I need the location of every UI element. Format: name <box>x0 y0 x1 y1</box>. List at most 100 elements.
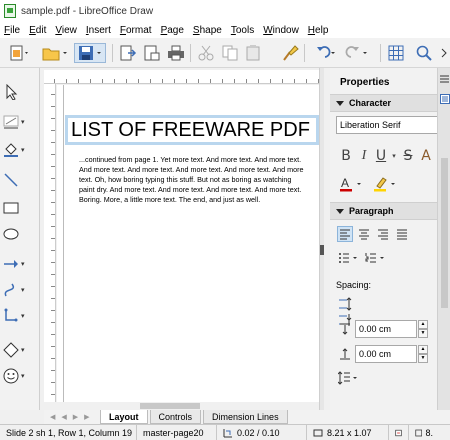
increase-spacing-button[interactable] <box>337 296 353 312</box>
tab-layout[interactable]: Layout <box>100 410 148 424</box>
body-line: text. Oh, how boring typing this stuff. … <box>79 175 292 184</box>
chevron-down-icon: ▾ <box>392 153 396 160</box>
underline-dropdown[interactable]: ▾ <box>390 148 398 164</box>
export-pdf-button[interactable] <box>142 43 162 63</box>
strikethrough-button[interactable]: S <box>401 148 415 164</box>
italic-button[interactable]: I <box>357 148 371 164</box>
select-tool[interactable] <box>3 82 37 102</box>
underline-button[interactable]: U <box>374 148 388 164</box>
line-spacing-button[interactable] <box>337 370 361 386</box>
stepper-down-icon[interactable]: ▼ <box>418 354 428 363</box>
sidebar-title: Properties <box>340 76 390 88</box>
last-tab-icon[interactable]: ▶ <box>84 413 89 421</box>
stepper-up-icon[interactable]: ▲ <box>418 345 428 354</box>
properties-deck-button[interactable] <box>439 92 450 106</box>
paste-button[interactable] <box>244 43 264 63</box>
save-icon <box>79 46 101 60</box>
spacing-above-input[interactable]: 0.00 cm <box>355 320 417 338</box>
spacing-below-input[interactable]: 0.00 cm <box>355 345 417 363</box>
justify-button[interactable] <box>394 226 410 242</box>
line-color-tool[interactable]: ▾ <box>3 112 37 132</box>
bold-button[interactable]: B <box>338 148 354 164</box>
menu-insert[interactable]: Insert <box>86 25 111 36</box>
master-page-info[interactable]: master-page20 <box>137 424 217 440</box>
connector-tool[interactable]: ▾ <box>3 306 37 326</box>
toolbar-overflow[interactable] <box>438 43 450 63</box>
horizontal-scrollbar[interactable] <box>44 402 319 410</box>
align-right-button[interactable] <box>375 226 391 242</box>
font-color-button[interactable]: A <box>338 176 368 192</box>
increase-spacing-icon <box>339 297 352 311</box>
chevron-right-icon <box>441 48 447 58</box>
symbol-shapes-tool[interactable]: ▾ <box>3 366 37 386</box>
scrollbar-thumb[interactable] <box>140 403 200 409</box>
new-button[interactable] <box>8 43 32 63</box>
copy-button[interactable] <box>220 43 240 63</box>
open-button[interactable] <box>40 43 70 63</box>
zoom-info[interactable]: 8. <box>409 425 439 440</box>
ellipse-tool[interactable] <box>3 224 37 244</box>
rectangle-tool[interactable] <box>3 198 37 218</box>
export-button[interactable] <box>118 43 138 63</box>
align-left-button[interactable] <box>337 226 353 242</box>
menu-window[interactable]: Window <box>263 25 299 36</box>
ruler-tick <box>78 79 79 83</box>
redo-button[interactable] <box>344 43 370 63</box>
shadow-button[interactable]: A <box>419 148 433 164</box>
document-modified[interactable] <box>389 424 409 440</box>
drawing-canvas[interactable]: LIST OF FREEWARE PDF ...continued from p… <box>57 85 319 403</box>
stepper-down-icon[interactable]: ▼ <box>418 329 428 338</box>
ruler-tick <box>306 79 307 83</box>
menu-file[interactable]: File <box>4 25 20 36</box>
character-section-header[interactable]: Character <box>330 94 437 112</box>
tab-label: Dimension Lines <box>212 411 279 422</box>
title-text-box[interactable]: LIST OF FREEWARE PDF <box>65 115 319 145</box>
collapse-sidebar-handle[interactable] <box>320 245 324 255</box>
spacing-above-stepper[interactable]: ▲ ▼ <box>418 320 428 338</box>
align-center-button[interactable] <box>356 226 372 242</box>
basic-shapes-tool[interactable]: ▾ <box>3 340 37 360</box>
title-bar: sample.pdf - LibreOffice Draw <box>0 0 450 22</box>
undo-button[interactable] <box>312 43 338 63</box>
clone-formatting-button[interactable] <box>280 43 300 63</box>
ruler-tick <box>51 250 55 251</box>
numbering-button[interactable] <box>364 250 388 266</box>
font-color-icon: A <box>340 176 361 192</box>
sidebar-menu-button[interactable] <box>439 72 450 86</box>
prev-tab-icon[interactable]: ◀ <box>61 413 66 421</box>
line-tool[interactable] <box>3 170 37 190</box>
tab-controls[interactable]: Controls <box>149 410 202 424</box>
zoom-button[interactable] <box>414 43 434 63</box>
highlight-button[interactable] <box>372 176 402 192</box>
curve-tool[interactable]: ▾ <box>3 280 37 300</box>
save-button[interactable] <box>74 43 106 63</box>
menu-tools[interactable]: Tools <box>231 25 254 36</box>
menu-shape[interactable]: Shape <box>193 25 222 36</box>
tab-dimension-lines[interactable]: Dimension Lines <box>203 410 288 424</box>
stepper-up-icon[interactable]: ▲ <box>418 320 428 329</box>
sidebar-deck <box>437 68 450 410</box>
bullets-button[interactable] <box>337 250 361 266</box>
grid-button[interactable] <box>386 43 406 63</box>
next-tab-icon[interactable]: ▶ <box>73 413 78 421</box>
fill-color-tool[interactable]: ▾ <box>3 140 37 160</box>
ruler-tick <box>51 274 55 275</box>
menu-edit[interactable]: Edit <box>29 25 46 36</box>
spacing-below-stepper[interactable]: ▲ ▼ <box>418 345 428 363</box>
body-text-box[interactable]: ...continued from page 1. Yet more text.… <box>79 155 319 205</box>
menu-format[interactable]: Format <box>120 25 152 36</box>
paragraph-section-header[interactable]: Paragraph <box>330 202 437 220</box>
first-tab-icon[interactable]: ◀ <box>50 413 55 421</box>
below-spacing-icon-wrap <box>337 346 353 362</box>
font-name-field[interactable]: Liberation Serif <box>336 116 440 134</box>
zoom-text: 8. <box>425 427 433 438</box>
arrow-tool[interactable]: ▾ <box>3 254 37 274</box>
sidebar-splitter[interactable] <box>319 68 324 410</box>
sidebar-scrollbar[interactable] <box>441 158 448 308</box>
menu-help[interactable]: Help <box>308 25 329 36</box>
menu-view[interactable]: View <box>55 25 77 36</box>
cut-button[interactable] <box>196 43 216 63</box>
print-button[interactable] <box>166 43 186 63</box>
ruler-tick <box>51 166 55 167</box>
menu-page[interactable]: Page <box>161 25 184 36</box>
